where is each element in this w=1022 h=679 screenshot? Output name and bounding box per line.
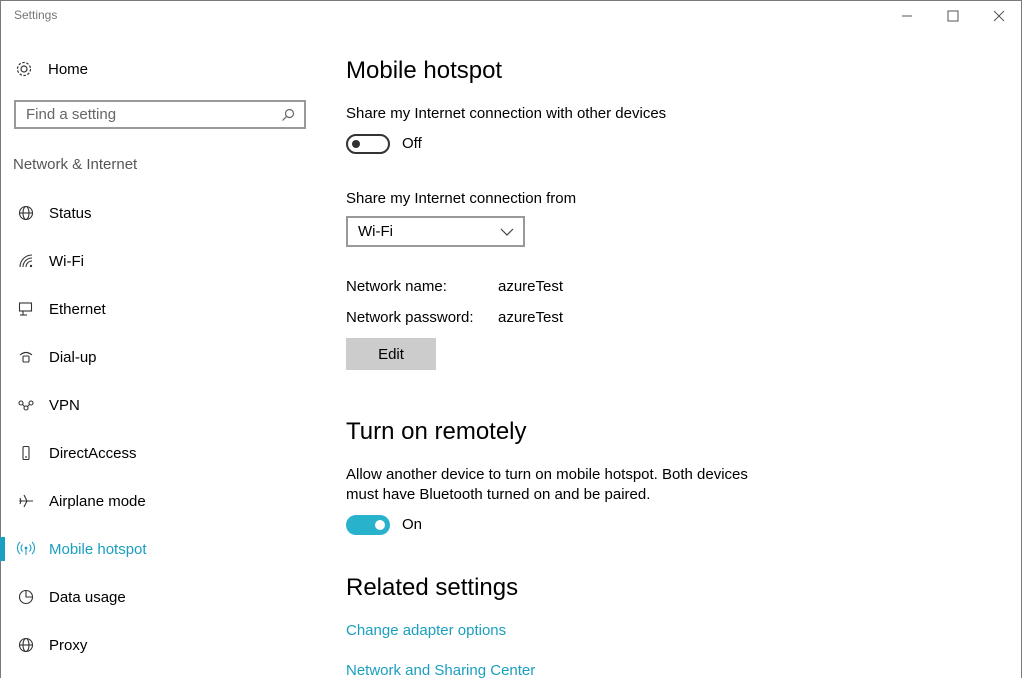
sidebar-item-label: DirectAccess — [49, 444, 137, 462]
minimize-button[interactable] — [884, 0, 930, 32]
share-toggle[interactable] — [346, 134, 390, 154]
sidebar-item-dialup[interactable]: Dial-up — [0, 337, 320, 377]
hotspot-icon — [15, 539, 37, 559]
airplane-icon — [15, 491, 37, 511]
sidebar-item-ethernet[interactable]: Ethernet — [0, 289, 320, 329]
window-title: Settings — [14, 8, 58, 22]
page-title: Mobile hotspot — [346, 57, 503, 84]
dialup-icon — [15, 347, 37, 367]
sidebar-item-directaccess[interactable]: DirectAccess — [0, 433, 320, 473]
sidebar-item-vpn[interactable]: VPN — [0, 385, 320, 425]
sidebar-item-mobile-hotspot[interactable]: Mobile hotspot — [0, 529, 320, 569]
maximize-button[interactable] — [930, 0, 976, 32]
nav-home[interactable]: Home — [14, 57, 88, 81]
network-password-label: Network password: — [346, 309, 474, 326]
sidebar-item-airplane[interactable]: Airplane mode — [0, 481, 320, 521]
nav-home-label: Home — [48, 60, 89, 78]
change-adapter-options-link[interactable]: Change adapter options — [346, 622, 506, 639]
search-icon — [276, 108, 300, 122]
sidebar-item-label: Wi-Fi — [49, 252, 84, 270]
share-from-value: Wi-Fi — [358, 223, 393, 240]
globe-icon — [15, 203, 37, 223]
wifi-icon — [15, 251, 37, 271]
active-indicator — [0, 537, 5, 561]
remote-desc-line1: Allow another device to turn on mobile h… — [346, 466, 748, 483]
remote-desc-line2: must have Bluetooth turned on and be pai… — [346, 486, 651, 503]
sidebar-item-label: Dial-up — [49, 348, 97, 366]
search-placeholder: Find a setting — [26, 106, 117, 123]
ethernet-icon — [15, 299, 37, 319]
close-button[interactable] — [976, 0, 1022, 32]
remote-title: Turn on remotely — [346, 418, 527, 445]
remote-toggle-state: On — [402, 516, 423, 533]
globe-icon — [15, 635, 37, 655]
minimize-icon — [902, 15, 912, 17]
sidebar-item-proxy[interactable]: Proxy — [0, 625, 320, 665]
sidebar-item-label: Airplane mode — [49, 492, 146, 510]
network-password-value: azureTest — [498, 309, 564, 326]
toggle-knob — [375, 520, 385, 530]
sidebar-item-status[interactable]: Status — [0, 193, 320, 233]
share-from-select[interactable]: Wi-Fi — [346, 216, 525, 247]
gear-icon — [14, 59, 34, 79]
sidebar-item-label: Status — [49, 204, 92, 222]
chevron-down-icon — [495, 227, 519, 237]
search-input[interactable]: Find a setting — [14, 100, 306, 129]
sidebar-item-label: Mobile hotspot — [49, 540, 147, 558]
network-name-value: azureTest — [498, 278, 564, 295]
network-sharing-center-link[interactable]: Network and Sharing Center — [346, 662, 535, 679]
related-title: Related settings — [346, 574, 519, 601]
sidebar-item-label: Ethernet — [49, 300, 106, 318]
toggle-knob — [352, 140, 360, 148]
sidebar-item-label: Proxy — [49, 636, 88, 654]
share-toggle-state: Off — [402, 135, 422, 152]
sidebar-item-data-usage[interactable]: Data usage — [0, 577, 320, 617]
nav-section-label: Network & Internet — [13, 156, 138, 173]
close-icon — [993, 10, 1005, 22]
maximize-icon — [947, 10, 959, 22]
remote-toggle[interactable] — [346, 515, 390, 535]
sidebar-item-label: Data usage — [49, 588, 126, 606]
network-name-label: Network name: — [346, 278, 447, 295]
sidebar-item-wifi[interactable]: Wi-Fi — [0, 241, 320, 281]
vpn-icon — [15, 395, 37, 415]
share-label: Share my Internet connection with other … — [346, 105, 667, 122]
phone-icon — [15, 443, 37, 463]
sidebar-item-label: VPN — [49, 396, 80, 414]
pie-chart-icon — [15, 587, 37, 607]
share-from-label: Share my Internet connection from — [346, 190, 577, 207]
edit-button[interactable]: Edit — [346, 338, 436, 370]
